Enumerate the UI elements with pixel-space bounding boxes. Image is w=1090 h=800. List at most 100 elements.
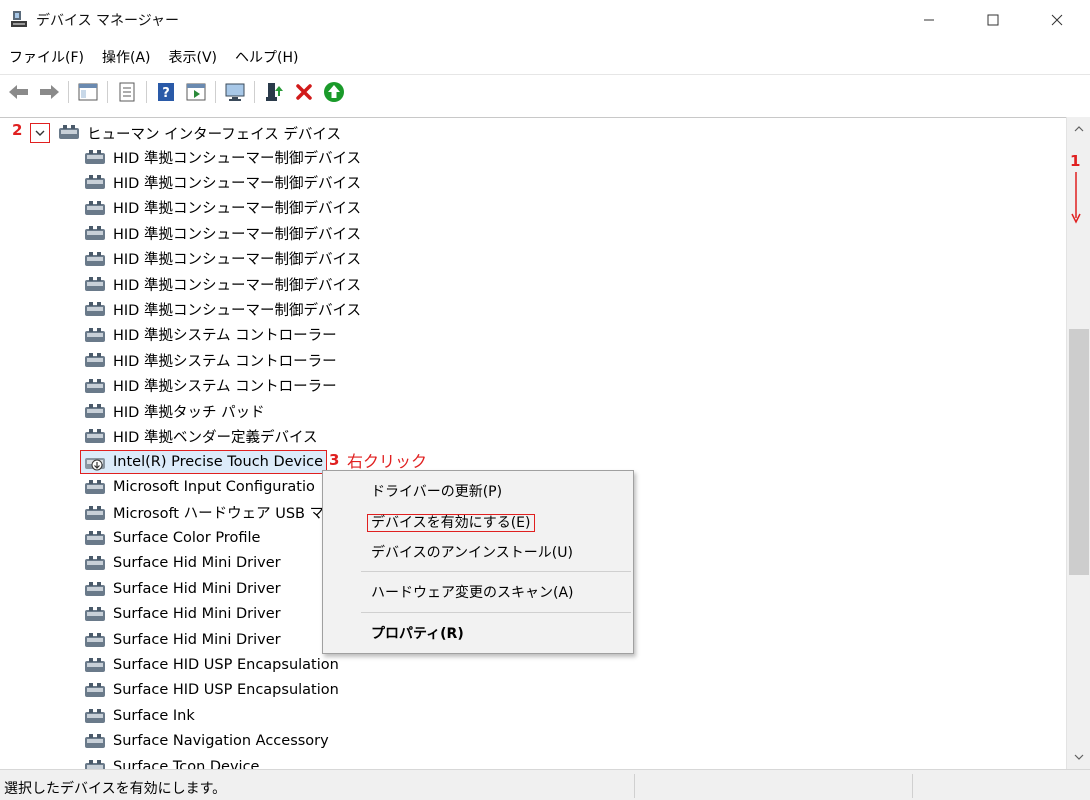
help-icon: ?: [158, 82, 174, 101]
tree-item[interactable]: Surface Hid Mini Driver: [84, 602, 281, 626]
back-button[interactable]: [4, 78, 34, 106]
annotation-right-click: 右クリック: [347, 452, 428, 471]
hid-device-icon: [85, 734, 105, 749]
scroll-up-button[interactable]: [1067, 117, 1090, 141]
tree-item[interactable]: HID 準拠タッチ パッド: [84, 399, 265, 423]
menu-enable-device[interactable]: デバイスを有効にする(E): [367, 511, 535, 535]
device-tree[interactable]: ヒューマン インターフェイス デバイス HID 準拠コンシューマー制御デバイス H…: [0, 117, 1066, 769]
tree-item[interactable]: HID 準拠コンシューマー制御デバイス: [84, 272, 361, 296]
tree-item[interactable]: HID 準拠システム コントローラー: [84, 374, 337, 398]
hid-device-icon: [85, 658, 105, 672]
tree-item[interactable]: HID 準拠コンシューマー制御デバイス: [84, 170, 361, 194]
tree-item-label: Surface Hid Mini Driver: [113, 631, 281, 648]
chevron-up-icon: [1074, 126, 1084, 132]
hid-device-icon: [85, 404, 105, 418]
tree-item[interactable]: Surface Tcon Device: [84, 755, 259, 769]
update-driver-button[interactable]: [259, 78, 289, 106]
properties-button[interactable]: [112, 78, 142, 106]
tree-item[interactable]: Intel(R) Precise Touch Device: [80, 449, 328, 474]
tree-item-content: HID 準拠タッチ パッド: [84, 401, 265, 422]
hid-device-icon: [85, 378, 105, 393]
menu-separator: [361, 612, 631, 613]
tree-item[interactable]: HID 準拠コンシューマー制御デバイス: [84, 221, 361, 245]
hid-device-icon: [85, 531, 105, 545]
hid-device-icon: [85, 683, 105, 698]
toolbar-separator: [215, 80, 216, 103]
toolbar-separator: [68, 80, 69, 103]
hid-device-icon: [85, 505, 105, 520]
scroll-down-button[interactable]: [1067, 745, 1090, 769]
tree-item-label: HID 準拠コンシューマー制御デバイス: [113, 175, 362, 192]
menu-update-driver[interactable]: ドライバーの更新(P): [371, 480, 502, 504]
menu-scan-hardware[interactable]: ハードウェア変更のスキャン(A): [371, 581, 574, 605]
tree-item-label: Surface Hid Mini Driver: [113, 555, 281, 572]
scroll-thumb[interactable]: [1069, 329, 1089, 575]
context-menu: ドライバーの更新(P) デバイスを有効にする(E) デバイスのアンインストール(…: [322, 470, 634, 654]
view-button[interactable]: [181, 78, 211, 106]
tree-item[interactable]: HID 準拠コンシューマー制御デバイス: [84, 145, 361, 169]
tree-item[interactable]: HID 準拠コンシューマー制御デバイス: [84, 247, 361, 271]
tree-item[interactable]: Microsoft ハードウェア USB マウ: [84, 501, 339, 525]
menu-help[interactable]: ヘルプ(H): [226, 46, 307, 70]
tree-item-label: Surface Navigation Accessory: [113, 733, 329, 750]
help-button[interactable]: ?: [151, 78, 181, 106]
tree-item[interactable]: HID 準拠コンシューマー制御デバイス: [84, 297, 361, 321]
device-manager-icon: [11, 11, 27, 27]
update-driver-icon: [266, 82, 283, 101]
scan-hardware-button[interactable]: [220, 78, 250, 106]
tree-item-content: HID 準拠システム コントローラー: [84, 324, 337, 345]
tree-item[interactable]: Surface Hid Mini Driver: [84, 577, 281, 601]
tree-item-content: HID 準拠コンシューマー制御デバイス: [84, 147, 361, 168]
tree-item-label: HID 準拠コンシューマー制御デバイス: [113, 252, 362, 269]
tree-item[interactable]: HID 準拠システム コントローラー: [84, 348, 337, 372]
tree-item-label: HID 準拠コンシューマー制御デバイス: [113, 201, 362, 218]
enable-device-button[interactable]: [319, 78, 349, 106]
annotation-step-3: 3: [329, 451, 340, 469]
tree-item-content: Surface Color Profile: [84, 529, 260, 547]
tree-item-content: HID 準拠ベンダー定義デバイス: [84, 426, 318, 447]
tree-item-label: HID 準拠システム コントローラー: [113, 328, 337, 345]
menu-properties[interactable]: プロパティ(R): [371, 622, 464, 646]
tree-item-label: Surface Tcon Device: [113, 758, 260, 769]
hid-device-icon: [85, 327, 105, 342]
tree-item-label: HID 準拠ベンダー定義デバイス: [113, 429, 318, 446]
tree-item[interactable]: Surface Hid Mini Driver: [84, 551, 281, 575]
menu-separator: [361, 571, 631, 572]
tree-item[interactable]: HID 準拠コンシューマー制御デバイス: [84, 196, 361, 220]
hid-device-icon: [85, 556, 105, 571]
tree-item-content: Microsoft ハードウェア USB マウ: [84, 502, 339, 523]
menu-uninstall-device[interactable]: デバイスのアンインストール(U): [371, 541, 573, 565]
hid-device-icon: [85, 708, 105, 723]
minimize-icon: [924, 19, 934, 21]
tree-item[interactable]: Surface Ink: [84, 704, 195, 728]
hid-device-icon: [85, 480, 105, 495]
forward-button[interactable]: [34, 78, 64, 106]
hid-device-icon: [85, 251, 105, 266]
tree-item[interactable]: HID 準拠システム コントローラー: [84, 323, 337, 347]
tree-item-label: HID 準拠タッチ パッド: [113, 404, 265, 421]
tree-item[interactable]: Surface Hid Mini Driver: [84, 628, 281, 652]
tree-item[interactable]: HID 準拠ベンダー定義デバイス: [84, 424, 318, 448]
menu-action[interactable]: 操作(A): [93, 46, 160, 70]
hid-device-icon: [85, 226, 105, 241]
toolbar-separator: [107, 80, 108, 103]
close-button[interactable]: [1034, 0, 1080, 40]
tree-item-label: Surface Hid Mini Driver: [113, 606, 281, 623]
tree-item-content: HID 準拠システム コントローラー: [84, 350, 337, 371]
minimize-button[interactable]: [906, 0, 952, 40]
menu-view[interactable]: 表示(V): [160, 46, 227, 70]
tree-item[interactable]: Surface Color Profile: [84, 526, 260, 550]
tree-item-label: Surface HID USP Encapsulation: [113, 682, 339, 699]
tree-item[interactable]: Microsoft Input Configuratio: [84, 475, 315, 499]
maximize-button[interactable]: [970, 0, 1016, 40]
hid-device-icon: [85, 581, 105, 596]
menu-file[interactable]: ファイル(F): [0, 46, 93, 70]
uninstall-device-button[interactable]: [289, 78, 319, 106]
collapse-toggle[interactable]: [30, 123, 50, 143]
tree-category-row[interactable]: ヒューマン インターフェイス デバイス: [0, 120, 400, 144]
tree-item[interactable]: Surface HID USP Encapsulation: [84, 678, 339, 702]
svg-text:?: ?: [162, 86, 170, 101]
tree-item[interactable]: Surface HID USP Encapsulation: [84, 653, 339, 677]
show-hide-console-tree-button[interactable]: [73, 78, 103, 106]
tree-item[interactable]: Surface Navigation Accessory: [84, 729, 329, 753]
